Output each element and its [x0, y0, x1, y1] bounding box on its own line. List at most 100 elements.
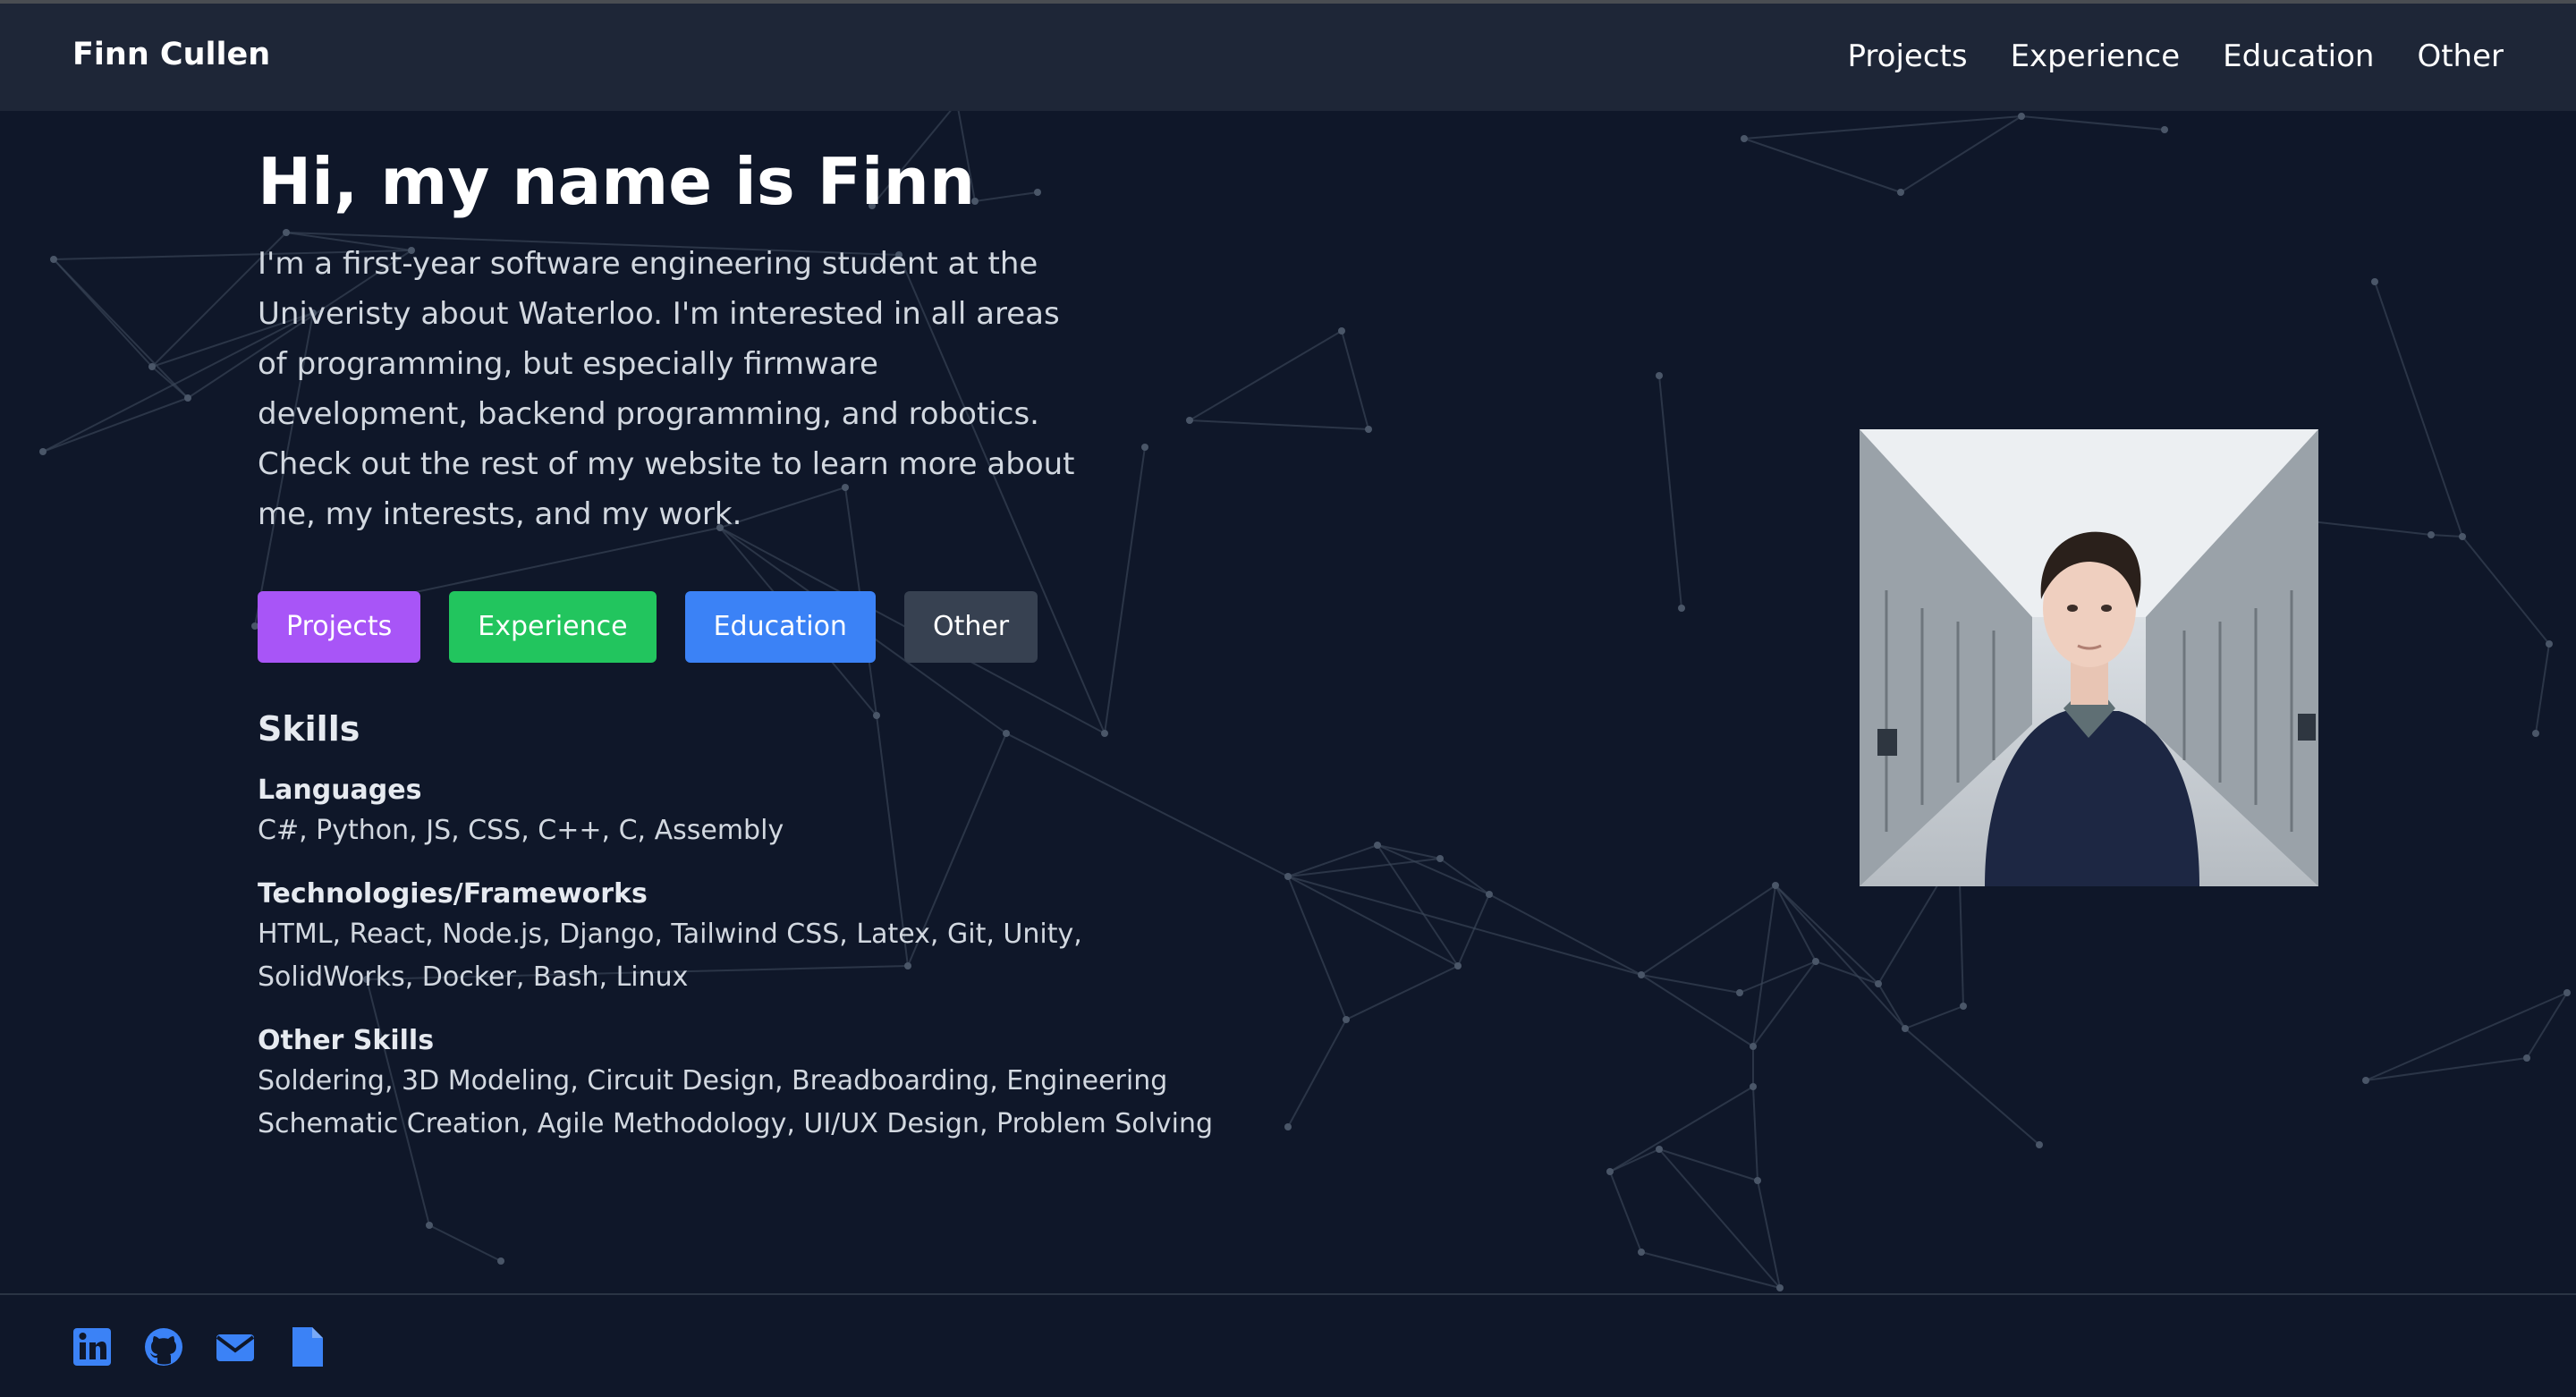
hero-section: Hi, my name is Finn I'm a first-year sof… — [258, 145, 1331, 1146]
network-line — [1345, 965, 1459, 1020]
projects-button[interactable]: Projects — [258, 590, 421, 663]
languages-list: C#, Python, JS, CSS, C++, C, Assembly — [258, 814, 784, 846]
social-links — [72, 1325, 326, 1368]
network-node — [1776, 1284, 1784, 1291]
technologies-heading: Technologies/Frameworks — [258, 877, 648, 910]
network-node — [1750, 1043, 1757, 1050]
network-node — [1736, 989, 1743, 996]
network-node — [2371, 278, 2378, 285]
resume-file-icon[interactable] — [287, 1325, 326, 1368]
network-node — [39, 448, 47, 455]
network-line — [1757, 1180, 1781, 1289]
network-line — [53, 258, 189, 399]
skills-technologies: Technologies/Frameworks HTML, React, Nod… — [258, 876, 1331, 999]
network-node — [184, 394, 191, 402]
other-skills-list: Soldering, 3D Modeling, Circuit Design, … — [258, 1064, 1214, 1139]
network-line — [1341, 330, 1369, 430]
network-line — [1743, 115, 2022, 140]
network-node — [2459, 533, 2466, 540]
network-node — [148, 363, 156, 370]
footer — [0, 1293, 2576, 1397]
linkedin-icon[interactable] — [72, 1325, 112, 1368]
nav-projects[interactable]: Projects — [1848, 38, 1968, 74]
hero-intro: I'm a first-year software engineering st… — [258, 245, 1075, 532]
hero-title: Hi, my name is Finn — [258, 144, 976, 219]
nav-education[interactable]: Education — [2223, 38, 2374, 74]
network-node — [1638, 1249, 1645, 1256]
network-line — [1609, 1171, 1642, 1253]
network-line — [2462, 536, 2550, 645]
network-line — [2535, 643, 2550, 734]
network-line — [1752, 1086, 1758, 1181]
network-line — [1900, 115, 2022, 193]
network-node — [1606, 1168, 1614, 1175]
network-line — [1640, 1251, 1781, 1289]
network-node — [1772, 882, 1779, 889]
experience-button[interactable]: Experience — [449, 590, 657, 663]
network-line — [1775, 885, 1906, 1029]
profile-photo — [1860, 429, 2318, 886]
nav-other[interactable]: Other — [2417, 38, 2504, 74]
network-node — [1365, 426, 1372, 433]
skills-heading: Skills — [258, 708, 360, 749]
network-line — [1743, 138, 1902, 193]
network-line — [42, 397, 189, 453]
network-node — [1656, 372, 1663, 379]
network-node — [1960, 1003, 1967, 1010]
network-node — [1338, 327, 1345, 334]
site-brand[interactable]: Finn Cullen — [72, 37, 270, 72]
network-line — [1609, 1148, 1660, 1173]
network-node — [1678, 605, 1685, 612]
network-line — [2430, 534, 2463, 538]
network-node — [2036, 1141, 2043, 1148]
network-line — [1377, 844, 1441, 859]
skills-other: Other Skills Soldering, 3D Modeling, Cir… — [258, 1022, 1331, 1146]
network-line — [1658, 1148, 1781, 1289]
other-skills-heading: Other Skills — [258, 1024, 435, 1056]
network-node — [50, 256, 57, 263]
network-line — [1904, 1005, 1964, 1029]
network-line — [1640, 885, 1776, 976]
skills-languages: Languages C#, Python, JS, CSS, C++, C, A… — [258, 772, 1331, 852]
github-icon[interactable] — [144, 1325, 183, 1368]
network-line — [1658, 375, 1682, 609]
network-node — [2428, 531, 2435, 538]
network-node — [1638, 971, 1645, 978]
technologies-list: HTML, React, Node.js, Django, Tailwind C… — [258, 918, 1082, 993]
network-node — [1436, 855, 1444, 862]
nav-menu: Projects Experience Education Other — [1848, 38, 2504, 74]
network-line — [1488, 893, 1642, 976]
network-line — [1775, 885, 1879, 985]
email-icon[interactable] — [216, 1325, 255, 1368]
network-line — [428, 1224, 502, 1262]
network-node — [1374, 842, 1381, 849]
network-line — [2021, 115, 2165, 131]
network-node — [2018, 113, 2025, 120]
network-node — [2523, 1054, 2530, 1062]
network-line — [1752, 885, 1776, 1047]
network-node — [497, 1257, 504, 1265]
network-node — [1902, 1025, 1909, 1032]
network-line — [1877, 983, 1906, 1029]
network-node — [2563, 989, 2571, 996]
network-line — [2374, 281, 2463, 538]
cta-buttons: Projects Experience Education Other — [258, 590, 1331, 663]
network-node — [1812, 958, 1819, 965]
network-line — [1287, 876, 1642, 976]
network-node — [1656, 1146, 1663, 1153]
languages-heading: Languages — [258, 774, 422, 806]
network-node — [1875, 980, 1882, 987]
network-line — [1904, 1028, 2040, 1146]
network-node — [2161, 126, 2168, 133]
network-node — [1454, 962, 1462, 969]
other-button[interactable]: Other — [903, 590, 1038, 663]
network-node — [1486, 891, 1493, 898]
network-line — [2526, 992, 2568, 1059]
network-node — [1750, 1083, 1757, 1090]
network-node — [2546, 640, 2553, 648]
education-button[interactable]: Education — [684, 590, 876, 663]
network-node — [1741, 135, 1748, 142]
nav-experience[interactable]: Experience — [2011, 38, 2181, 74]
portrait-illustration — [1860, 429, 2318, 886]
network-node — [2362, 1077, 2369, 1084]
